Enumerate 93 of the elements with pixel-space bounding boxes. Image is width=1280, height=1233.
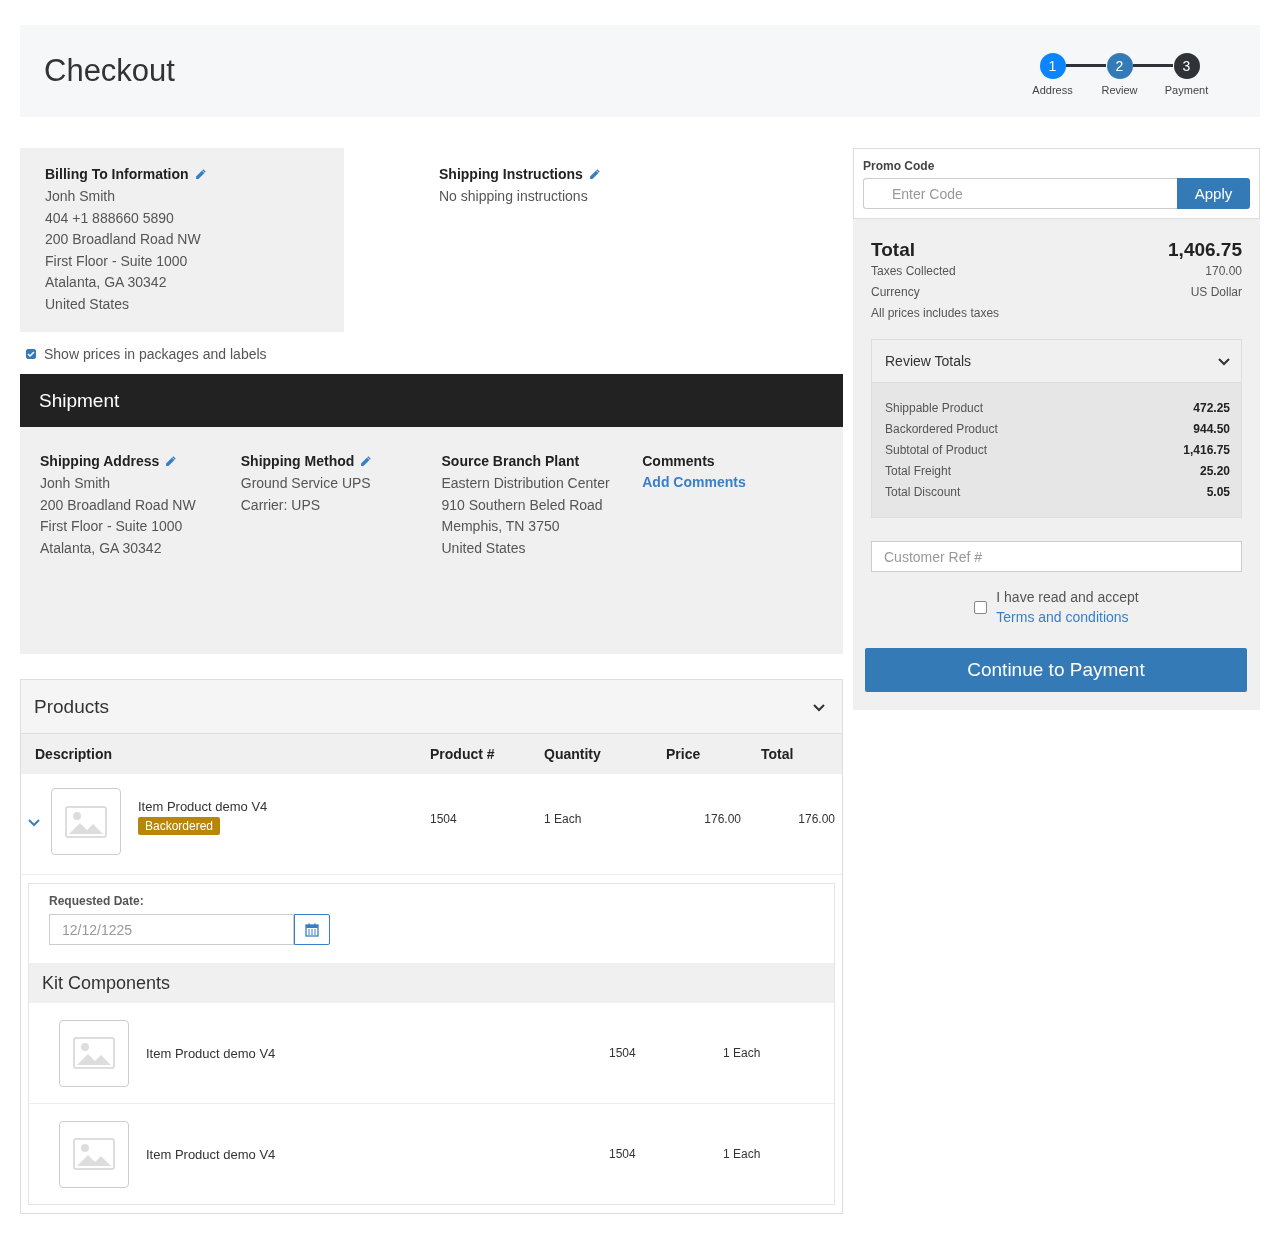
table-cell: 1 Each [723, 1147, 761, 1161]
address-line: United States [45, 294, 131, 314]
calendar-button[interactable] [294, 914, 330, 945]
table-cell-text: 1 Each [544, 811, 583, 826]
step-connector [1066, 63, 1106, 67]
total-amount: 1,406.75 [1168, 239, 1242, 261]
detail-line: 910 Southern Beled Road [441, 495, 604, 515]
pencil-icon[interactable] [359, 454, 373, 468]
step-label: Payment [1164, 83, 1209, 96]
product-name: Item Product demo V4 [146, 1146, 277, 1162]
pencil-icon[interactable] [193, 167, 207, 181]
products-header[interactable]: Products [21, 680, 842, 734]
checkbox-label: Show prices in packages and labels [44, 346, 267, 362]
address-line: 200 Broadland Road NW [45, 230, 202, 249]
product-name: Item Product demo V4 [138, 798, 268, 814]
column-header: Quantity [544, 746, 602, 762]
address-line: Jonh Smith [45, 187, 117, 206]
section-heading: Billing To Information [45, 166, 189, 182]
totals-value: 1,416.75 [1183, 442, 1230, 459]
image-placeholder-icon [59, 1120, 129, 1188]
field-label: Requested Date: [49, 894, 145, 908]
field-label: Promo Code [863, 159, 936, 173]
tax-note: All prices includes taxes [871, 305, 1001, 322]
product-name: Item Product demo V4 [146, 1045, 277, 1061]
totals-label: Total Freight [885, 463, 952, 480]
step-label: Address [1032, 83, 1073, 96]
status-badge: Backordered [138, 816, 221, 835]
pencil-icon[interactable] [164, 454, 178, 468]
totals-label: Shippable Product [885, 400, 984, 417]
column-header: Description [34, 746, 113, 762]
detail-line: Eastern Distribution Center [441, 474, 611, 493]
calendar-icon [305, 922, 319, 937]
date-field[interactable]: 12/12/1225 [49, 914, 294, 945]
detail-line: Carrier: UPS [240, 495, 322, 515]
column-heading: Comments [642, 453, 715, 469]
summary-value: US Dollar [1190, 284, 1242, 301]
image-placeholder-icon [59, 1019, 129, 1087]
image-placeholder-icon [51, 788, 121, 855]
customer-ref-field[interactable]: Customer Ref # [871, 541, 1242, 572]
address-line: 404 +1 888660 5890 [45, 208, 175, 228]
summary-label: Currency [871, 284, 920, 301]
totals-label: Total Discount [885, 484, 961, 501]
promo-code-field[interactable]: Enter Code [863, 178, 1177, 209]
total-label: Total [871, 239, 915, 261]
detail-line: Memphis, TN 3750 [441, 517, 561, 536]
totals-label: Subtotal of Product [885, 442, 988, 459]
terms-link[interactable]: Terms and conditions [996, 607, 1139, 627]
totals-value: 944.50 [1193, 421, 1230, 438]
column-heading: Shipping Address [40, 453, 160, 469]
totals-value: 472.25 [1193, 400, 1230, 417]
apply-button[interactable]: Apply [1177, 178, 1250, 209]
detail-line: United States [441, 538, 527, 558]
totals-label: Backordered Product [885, 421, 998, 438]
address-line: Atalanta, GA 30342 [45, 273, 168, 292]
table-cell-text: 1504 [430, 811, 458, 826]
detail-line: Atalanta, GA 30342 [40, 538, 163, 558]
review-totals-title: Review Totals [885, 353, 972, 369]
shipment-header: Shipment [20, 374, 843, 427]
instructions-text: No shipping instructions [439, 187, 589, 206]
terms-text: I have read and accept [996, 588, 1139, 607]
address-line: First Floor - Suite 1000 [45, 251, 189, 271]
totals-value: 5.05 [1206, 484, 1230, 501]
detail-line: Ground Service UPS [240, 474, 372, 493]
detail-line: 200 Broadland Road NW [40, 495, 197, 515]
table-cell-text: 176.00 [797, 811, 835, 826]
table-cell-text: 1504 [609, 1046, 637, 1060]
column-header: Total [760, 746, 795, 762]
summary-value: 170.00 [1205, 263, 1242, 280]
step-circle[interactable]: 2 [1106, 52, 1133, 79]
step-label: Review [1101, 83, 1138, 96]
kit-components-header: Kit Components [29, 963, 834, 1003]
pencil-icon[interactable] [587, 167, 601, 181]
checkbox[interactable] [26, 349, 36, 359]
checkbox[interactable] [974, 600, 988, 614]
totals-value: 25.20 [1199, 463, 1230, 480]
page-title: Checkout [44, 53, 175, 89]
column-header: Product # [430, 746, 496, 762]
section-heading: Shipping Instructions [439, 166, 583, 182]
table-cell-text: 176.00 [703, 811, 741, 826]
detail-line: Jonh Smith [40, 474, 112, 493]
products-title: Products [34, 695, 109, 718]
detail-line: First Floor - Suite 1000 [40, 517, 184, 536]
column-heading: Source Branch Plant [441, 453, 580, 469]
table-cell: 1 Each [723, 1046, 761, 1060]
add-comments-link[interactable]: Add Comments [642, 474, 746, 490]
column-header: Price [665, 746, 702, 762]
step-circle[interactable]: 1 [1039, 52, 1066, 79]
column-heading: Shipping Method [240, 453, 355, 469]
step-circle[interactable]: 3 [1173, 52, 1200, 79]
continue-button[interactable]: Continue to Payment [865, 648, 1247, 692]
step-connector [1133, 63, 1173, 67]
table-cell-text: 1504 [609, 1147, 637, 1161]
summary-label: Taxes Collected [871, 263, 956, 280]
